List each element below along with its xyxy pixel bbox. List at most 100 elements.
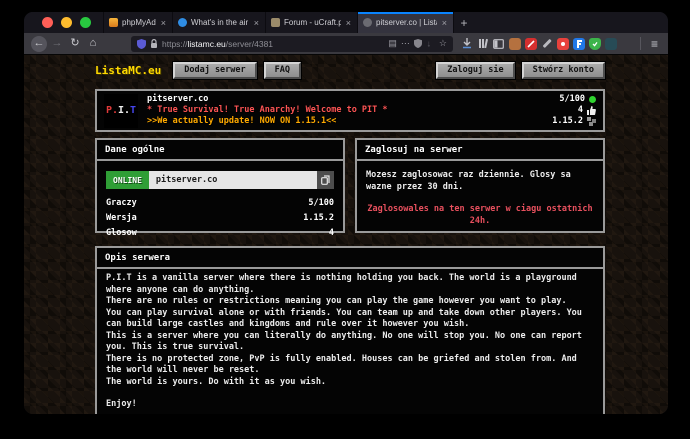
tab-listamc-active[interactable]: pitserver.co | Lista Serwerów Mine × xyxy=(357,12,454,33)
description-paragraph: There are no rules or restrictions meani… xyxy=(106,296,567,306)
stat-value: 1.15.2 xyxy=(303,213,334,223)
description-paragraph: P.I.T is a vanilla server where there is… xyxy=(106,273,577,295)
reload-button[interactable]: ↻ xyxy=(67,36,83,52)
login-button[interactable]: Zaloguj sie xyxy=(436,61,515,79)
vote-info-text: Mozesz zaglosowac raz dziennie. Glosy sa… xyxy=(366,170,571,192)
extension-red-icon[interactable] xyxy=(524,37,537,50)
vote-panel-title: Zaglosuj na serwer xyxy=(357,140,603,161)
server-motd-line1: * True Survival! True Anarchy! Welcome t… xyxy=(147,105,388,115)
edit-pencil-icon[interactable] xyxy=(541,38,553,50)
close-tab-icon[interactable]: × xyxy=(441,18,448,28)
url-bar[interactable]: https://listamc.eu/server/4381 ▤ ⋯ → ☆ xyxy=(131,35,453,52)
copy-address-button[interactable] xyxy=(317,171,334,189)
site-logo[interactable]: ListaMC.eu xyxy=(95,64,161,77)
stat-row-version: Wersja 1.15.2 xyxy=(106,211,334,226)
stat-label: Wersja xyxy=(106,213,137,223)
description-paragraph: This is a server where you can literally… xyxy=(106,330,582,353)
general-info-title: Dane ogólne xyxy=(97,140,343,161)
address-row: ONLINE pitserver.co xyxy=(106,171,334,189)
server-logo: P. I. T xyxy=(104,93,138,128)
url-path: /server/4381 xyxy=(225,38,274,49)
stat-row-players: Graczy 5/100 xyxy=(106,196,334,211)
extension-tampermonkey-icon[interactable] xyxy=(508,37,521,50)
server-name[interactable]: pitserver.co xyxy=(147,94,543,105)
bookmark-star-icon[interactable]: ☆ xyxy=(439,38,447,49)
logo-letter-t: T xyxy=(130,105,137,116)
stat-row-votes: Glosow 4 xyxy=(106,226,334,241)
stat-value: 5/100 xyxy=(308,198,334,208)
description-title: Opis serwera xyxy=(97,248,603,269)
copy-icon xyxy=(321,175,330,185)
description-panel: Opis serwera P.I.T is a vanilla server w… xyxy=(95,246,605,414)
extension-multicolor-icon[interactable] xyxy=(621,38,633,50)
extension-dark-icon[interactable] xyxy=(604,37,617,50)
hamburger-menu-icon[interactable]: ≡ xyxy=(648,37,661,51)
description-paragraph: There is no protected zone, PvP is fully… xyxy=(106,353,577,376)
reader-mode-icon[interactable]: ▤ xyxy=(388,38,397,49)
tab-ucraft-forum[interactable]: Forum - uCraft.pl | Forum Mine × xyxy=(265,12,358,33)
online-status-icon xyxy=(589,96,596,103)
tracking-protection-shield-icon[interactable] xyxy=(137,38,146,49)
lock-icon[interactable] xyxy=(150,38,158,49)
extension-pin-icon[interactable] xyxy=(556,37,569,50)
toolbar-separator xyxy=(639,37,641,50)
stat-value: 4 xyxy=(328,228,334,238)
thumbs-up-icon xyxy=(587,106,596,115)
sidebar-toggle-icon[interactable] xyxy=(493,38,505,50)
tab-title: What's in the air you breathe? - xyxy=(191,18,249,27)
download-icon[interactable] xyxy=(461,38,473,50)
close-window-button[interactable] xyxy=(42,17,53,28)
forward-button[interactable]: → xyxy=(49,36,65,52)
library-icon[interactable] xyxy=(477,38,489,50)
tab-phpmyadmin[interactable]: phpMyAdmin × xyxy=(103,12,173,33)
description-paragraph: Enjoy! xyxy=(106,399,137,409)
players-count: 5/100 xyxy=(559,94,585,104)
close-tab-icon[interactable]: × xyxy=(253,18,260,28)
home-button[interactable]: ⌂ xyxy=(85,36,101,52)
server-motd: pitserver.co * True Survival! True Anarc… xyxy=(147,94,543,127)
logo-letter-i: I. xyxy=(117,105,131,116)
minimize-window-button[interactable] xyxy=(61,17,72,28)
add-server-button[interactable]: Dodaj serwer xyxy=(173,61,257,79)
page-content: ListaMC.eu Dodaj serwer FAQ Zaloguj sie … xyxy=(24,55,668,414)
extension-shield-icon[interactable] xyxy=(588,37,601,50)
back-button[interactable]: ← xyxy=(31,35,47,52)
listamc-favicon-icon xyxy=(363,18,372,27)
tab-air-breathe[interactable]: What's in the air you breathe? - × xyxy=(172,12,266,33)
description-paragraph: The world is yours. Do with it as you wi… xyxy=(106,376,327,387)
fullscreen-window-button[interactable] xyxy=(80,17,91,28)
tab-title: Forum - uCraft.pl | Forum Mine xyxy=(284,18,341,27)
new-tab-button[interactable]: + xyxy=(454,12,474,33)
description-paragraph: You can play survival alone or with frie… xyxy=(106,307,582,330)
faq-button[interactable]: FAQ xyxy=(263,61,302,79)
extension-toolbar: ≡ xyxy=(461,37,661,51)
extension-blue-icon[interactable] xyxy=(572,37,585,50)
server-address-field[interactable]: pitserver.co xyxy=(148,171,317,189)
version-number: 1.15.2 xyxy=(552,116,583,126)
vote-panel: Zaglosuj na serwer Mozesz zaglosowac raz… xyxy=(355,138,605,233)
tab-bar: phpMyAdmin × What's in the air you breat… xyxy=(24,12,668,33)
phpmyadmin-favicon-icon xyxy=(109,18,118,27)
navigation-toolbar: ← → ↻ ⌂ https://listamc.eu/server/4381 ▤… xyxy=(24,33,668,55)
register-button[interactable]: Stwórz konto xyxy=(521,61,605,79)
close-tab-icon[interactable]: × xyxy=(160,18,167,28)
tab-title: pitserver.co | Lista Serwerów Mine xyxy=(376,18,437,27)
pocket-icon[interactable]: → xyxy=(425,39,435,48)
page-actions-icon[interactable]: ⋯ xyxy=(401,38,410,49)
version-cube-icon xyxy=(587,117,596,126)
forum-favicon-icon xyxy=(271,18,280,27)
permissions-shield-icon[interactable] xyxy=(413,39,422,48)
close-tab-icon[interactable]: × xyxy=(345,18,352,28)
votes-count: 4 xyxy=(577,105,583,115)
window-controls xyxy=(42,12,91,33)
globe-favicon-icon xyxy=(178,18,187,27)
stat-label: Glosow xyxy=(106,228,137,238)
logo-letter-p: P. xyxy=(105,105,118,116)
general-info-panel: Dane ogólne ONLINE pitserver.co Graczy 5/… xyxy=(95,138,345,238)
url-text[interactable]: https://listamc.eu/server/4381 xyxy=(162,39,384,49)
url-scheme: https:// xyxy=(162,38,188,49)
server-banner[interactable]: P. I. T pitserver.co * True Survival! True… xyxy=(95,89,605,132)
tab-title: phpMyAdmin xyxy=(122,18,156,27)
status-badge: ONLINE xyxy=(106,171,149,189)
browser-window: phpMyAdmin × What's in the air you breat… xyxy=(24,12,668,414)
